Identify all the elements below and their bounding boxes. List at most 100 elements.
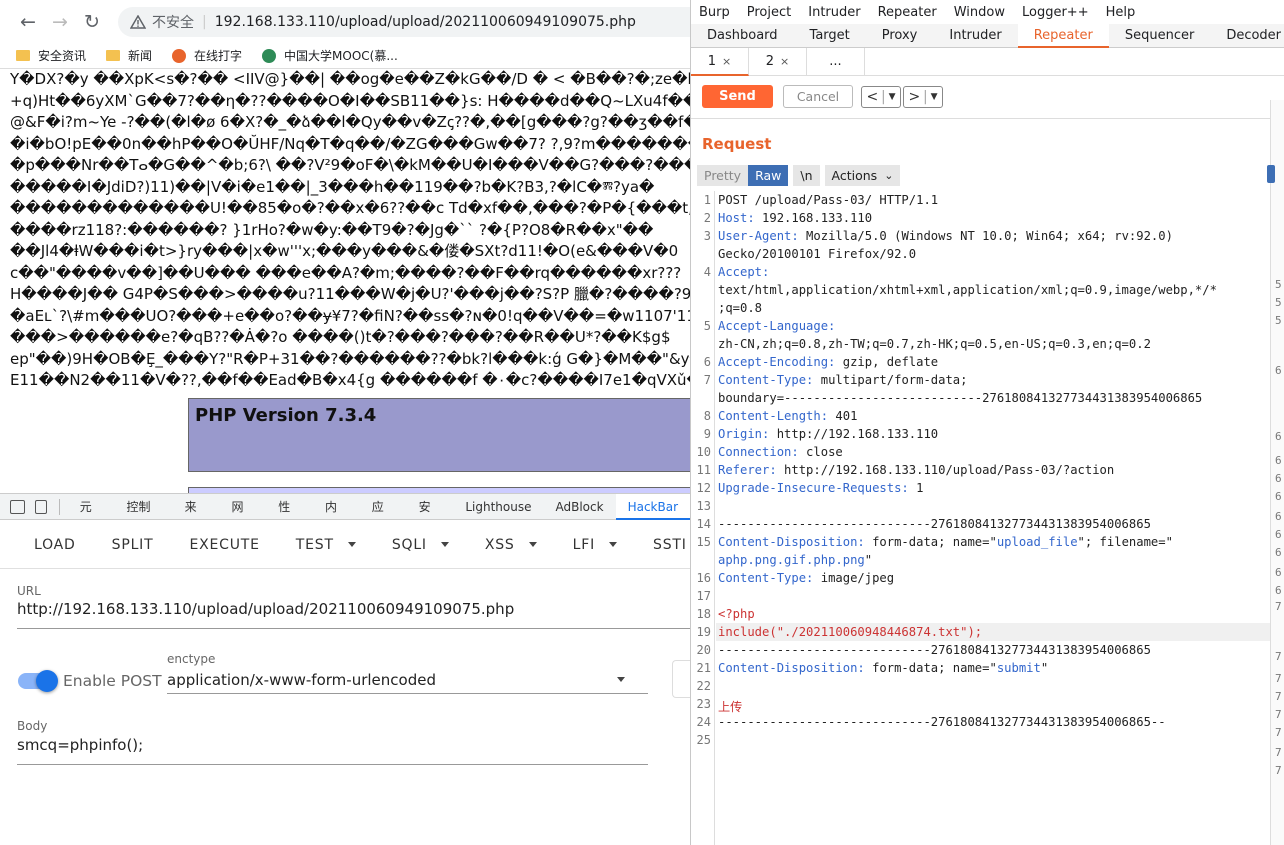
devtools-tab[interactable]: 应用 bbox=[360, 494, 407, 540]
back-icon[interactable]: ← bbox=[12, 6, 44, 38]
devtools-tab[interactable]: 控制台 bbox=[115, 494, 173, 540]
bookmark-item[interactable]: 安全资讯 bbox=[16, 47, 86, 64]
devtools-tab[interactable]: Lighthouse bbox=[453, 494, 543, 520]
back-history-button[interactable]: < | ▼ bbox=[861, 85, 901, 108]
burp-tab[interactable]: Dashboard bbox=[691, 24, 794, 48]
bookmark-label: 中国大学MOOC(慕... bbox=[284, 49, 398, 63]
request-line: aphp.png.gif.php.png" bbox=[718, 553, 872, 567]
side-line-number: 7 bbox=[1275, 746, 1282, 759]
header-value: zh-CN,zh;q=0.8,zh-TW;q=0.7,zh-HK;q=0.5,e… bbox=[718, 337, 1151, 351]
bookmark-item[interactable]: 新闻 bbox=[106, 47, 152, 64]
burp-tab[interactable]: Decoder bbox=[1210, 24, 1284, 48]
site-icon bbox=[262, 48, 277, 63]
actions-button[interactable]: Actions ⌄ bbox=[824, 164, 901, 186]
line-number: 17 bbox=[696, 589, 711, 603]
url-underline bbox=[17, 628, 690, 629]
line-number: 16 bbox=[696, 571, 711, 585]
devtools-tab[interactable]: AdBlock bbox=[543, 494, 615, 520]
raw-button[interactable]: Raw bbox=[748, 164, 789, 186]
devtools-tab[interactable]: HackBar bbox=[615, 493, 690, 520]
divider bbox=[691, 118, 1284, 119]
hackbar-button-label: LFI bbox=[572, 536, 596, 553]
chevron-down-icon bbox=[440, 542, 449, 547]
burp-tab[interactable]: Target bbox=[794, 24, 866, 48]
side-line-number: 6 bbox=[1275, 546, 1282, 559]
hackbar-xss-button[interactable]: XSS bbox=[467, 537, 555, 553]
burp-tab[interactable]: Sequencer bbox=[1109, 24, 1210, 48]
burp-tab[interactable]: Intruder bbox=[933, 24, 1017, 48]
subtab-label: ... bbox=[829, 53, 842, 69]
burp-menu-item[interactable]: Intruder bbox=[808, 5, 860, 20]
burp-tab[interactable]: Repeater bbox=[1017, 23, 1109, 48]
side-line-number: 6 bbox=[1275, 510, 1282, 523]
hackbar-lfi-button[interactable]: LFI bbox=[555, 537, 635, 553]
inspect-icon[interactable] bbox=[10, 499, 26, 514]
newline-toggle-button[interactable]: \n bbox=[793, 164, 820, 186]
hackbar-load-button[interactable]: LOAD bbox=[16, 537, 94, 553]
hackbar-test-button[interactable]: TEST bbox=[278, 537, 374, 553]
request-line: Origin: http://192.168.133.110 bbox=[718, 427, 938, 441]
enable-post-toggle[interactable] bbox=[36, 670, 58, 692]
side-button[interactable] bbox=[672, 660, 690, 698]
burp-menu-item[interactable]: Help bbox=[1106, 5, 1136, 20]
line-number: 3 bbox=[703, 229, 711, 243]
cancel-button[interactable]: Cancel bbox=[783, 85, 853, 108]
forward-icon[interactable]: → bbox=[44, 6, 76, 38]
hackbar-url-input[interactable]: http://192.168.133.110/upload/upload/202… bbox=[17, 600, 514, 618]
hackbar-split-button[interactable]: SPLIT bbox=[94, 537, 172, 553]
request-line: ;q=0.8 bbox=[718, 301, 762, 315]
repeater-subtab[interactable]: 1 × bbox=[691, 47, 749, 76]
enctype-label: enctype bbox=[167, 652, 216, 666]
request-line: <?php bbox=[718, 607, 755, 621]
pane-toggle[interactable] bbox=[1267, 165, 1275, 183]
devtools-tab[interactable]: 内存 bbox=[313, 494, 360, 540]
burp-menu-item[interactable]: Repeater bbox=[878, 5, 937, 20]
bookmark-item[interactable]: 在线打字 bbox=[172, 47, 242, 64]
line-number: 10 bbox=[696, 445, 711, 459]
burp-menu-item[interactable]: Logger++ bbox=[1022, 5, 1089, 20]
payload-text: 上传 bbox=[718, 700, 743, 714]
url-omnibox[interactable]: 不安全 | 192.168.133.110/upload/upload/2021… bbox=[118, 6, 690, 37]
close-icon[interactable]: × bbox=[722, 55, 731, 68]
burp-menu-item[interactable]: Burp bbox=[699, 5, 730, 20]
request-line: POST /upload/Pass-03/ HTTP/1.1 bbox=[718, 193, 938, 207]
device-toggle-icon[interactable] bbox=[35, 499, 47, 514]
repeater-subtab[interactable]: ... bbox=[807, 47, 865, 76]
burp-tab[interactable]: Proxy bbox=[866, 24, 934, 48]
devtools-tab[interactable]: 安全 bbox=[407, 494, 454, 540]
body-input[interactable]: smcq=phpinfo(); bbox=[17, 736, 143, 754]
devtools-tab[interactable]: 网络 bbox=[219, 494, 266, 540]
devtools-tab[interactable]: 来源 bbox=[173, 494, 220, 540]
burp-menu-item[interactable]: Window bbox=[954, 5, 1005, 20]
send-button[interactable]: Send bbox=[702, 85, 773, 108]
close-icon[interactable]: × bbox=[780, 55, 789, 68]
binary-line: ����rz118?:������? }1rHo?�w�y:��T9�?�Jg�… bbox=[10, 220, 654, 239]
hackbar-execute-button[interactable]: EXECUTE bbox=[171, 537, 277, 553]
line-number: 24 bbox=[696, 715, 711, 729]
line-number: 6 bbox=[703, 355, 711, 369]
request-line: Gecko/20100101 Firefox/92.0 bbox=[718, 247, 916, 261]
request-line: include("./202110060948446874.txt"); bbox=[718, 625, 982, 639]
pretty-button[interactable]: Pretty bbox=[697, 164, 749, 186]
enctype-chevron-down-icon[interactable] bbox=[617, 677, 625, 682]
repeater-subtab[interactable]: 2 × bbox=[749, 47, 807, 76]
forward-history-button[interactable]: > | ▼ bbox=[903, 85, 943, 108]
warning-icon[interactable] bbox=[130, 14, 146, 29]
devtools-tab[interactable]: 性能 bbox=[266, 494, 313, 540]
devtools-tab[interactable]: 元素 bbox=[68, 494, 115, 540]
hackbar-ssti-button[interactable]: SSTI bbox=[635, 537, 690, 553]
enctype-select[interactable]: application/x-www-form-urlencoded bbox=[167, 671, 436, 689]
burp-menu-item[interactable]: Project bbox=[747, 5, 791, 20]
bookmark-item[interactable]: 中国大学MOOC(慕... bbox=[262, 47, 398, 64]
request-editor[interactable]: 1 POST /upload/Pass-03/ HTTP/1.1 2 Host: 19… bbox=[691, 191, 1271, 845]
side-line-number: 7 bbox=[1275, 708, 1282, 721]
hackbar-sqli-button[interactable]: SQLI bbox=[374, 537, 467, 553]
reload-icon[interactable]: ↻ bbox=[76, 6, 108, 38]
subtab-label: 1 bbox=[707, 53, 717, 69]
binary-output: Y�DX?�y ��XpK<s�?�� <IIV@}��| ��og�e��Z�… bbox=[0, 69, 690, 392]
binary-line: E11��N2��11�V�??,��f��Ead�B�x4{g ������f… bbox=[10, 371, 690, 389]
binary-line: �i�bO!pE��0n��hP��O�ŬHF/Nq�T�q��/�ZG���G… bbox=[10, 134, 690, 153]
chevron-down-icon: ⌄ bbox=[884, 168, 894, 182]
line-number: 2 bbox=[703, 211, 711, 225]
header-value: 1 bbox=[908, 481, 924, 495]
